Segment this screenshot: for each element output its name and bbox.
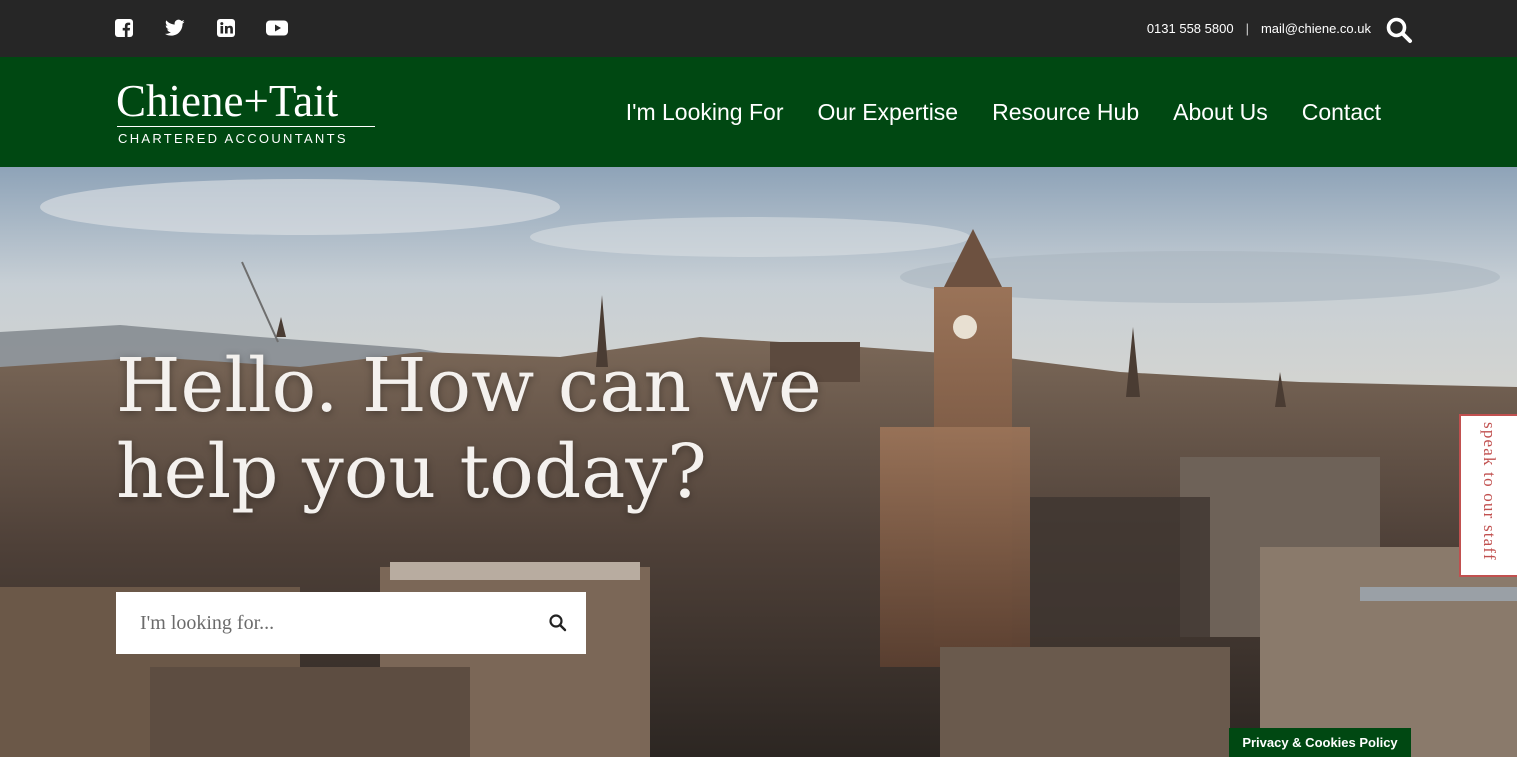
hero-section: Hello. How can we help you today? speak … (0, 167, 1517, 757)
logo-subtitle: CHARTERED ACCOUNTANTS (118, 131, 348, 146)
top-utility-bar: 0131 558 5800 | mail@chiene.co.uk (0, 0, 1517, 57)
hero-headline: Hello. How can we help you today? (116, 343, 822, 515)
contact-separator: | (1245, 21, 1249, 36)
twitter-icon[interactable] (165, 18, 185, 38)
hero-headline-line-1: Hello. How can we (116, 343, 822, 429)
phone-link[interactable]: 0131 558 5800 (1147, 21, 1234, 36)
search-submit-icon[interactable] (548, 613, 568, 633)
speak-to-staff-tab[interactable]: speak to our staff (1459, 414, 1517, 577)
logo[interactable]: Chiene+Tait CHARTERED ACCOUNTANTS (116, 75, 378, 149)
main-navigation-bar: Chiene+Tait CHARTERED ACCOUNTANTS I'm Lo… (0, 57, 1517, 167)
email-link[interactable]: mail@chiene.co.uk (1261, 21, 1371, 36)
primary-nav: I'm Looking For Our Expertise Resource H… (626, 57, 1381, 167)
hero-headline-line-2: help you today? (116, 429, 707, 515)
facebook-icon[interactable] (114, 18, 134, 38)
search-input[interactable] (116, 592, 536, 654)
linkedin-icon[interactable] (216, 18, 236, 38)
logo-divider (117, 126, 375, 127)
nav-item-about-us[interactable]: About Us (1173, 99, 1268, 126)
search-icon[interactable] (1384, 15, 1414, 45)
logo-name: Chiene+Tait (116, 76, 339, 126)
hero-search-box (116, 592, 586, 654)
nav-item-contact[interactable]: Contact (1302, 99, 1381, 126)
privacy-cookies-button[interactable]: Privacy & Cookies Policy (1229, 728, 1411, 757)
youtube-icon[interactable] (266, 18, 288, 38)
nav-item-looking-for[interactable]: I'm Looking For (626, 99, 784, 126)
contact-info: 0131 558 5800 | mail@chiene.co.uk (1147, 0, 1371, 57)
nav-item-our-expertise[interactable]: Our Expertise (817, 99, 958, 126)
speak-to-staff-label: speak to our staff (1480, 422, 1499, 561)
nav-item-resource-hub[interactable]: Resource Hub (992, 99, 1139, 126)
